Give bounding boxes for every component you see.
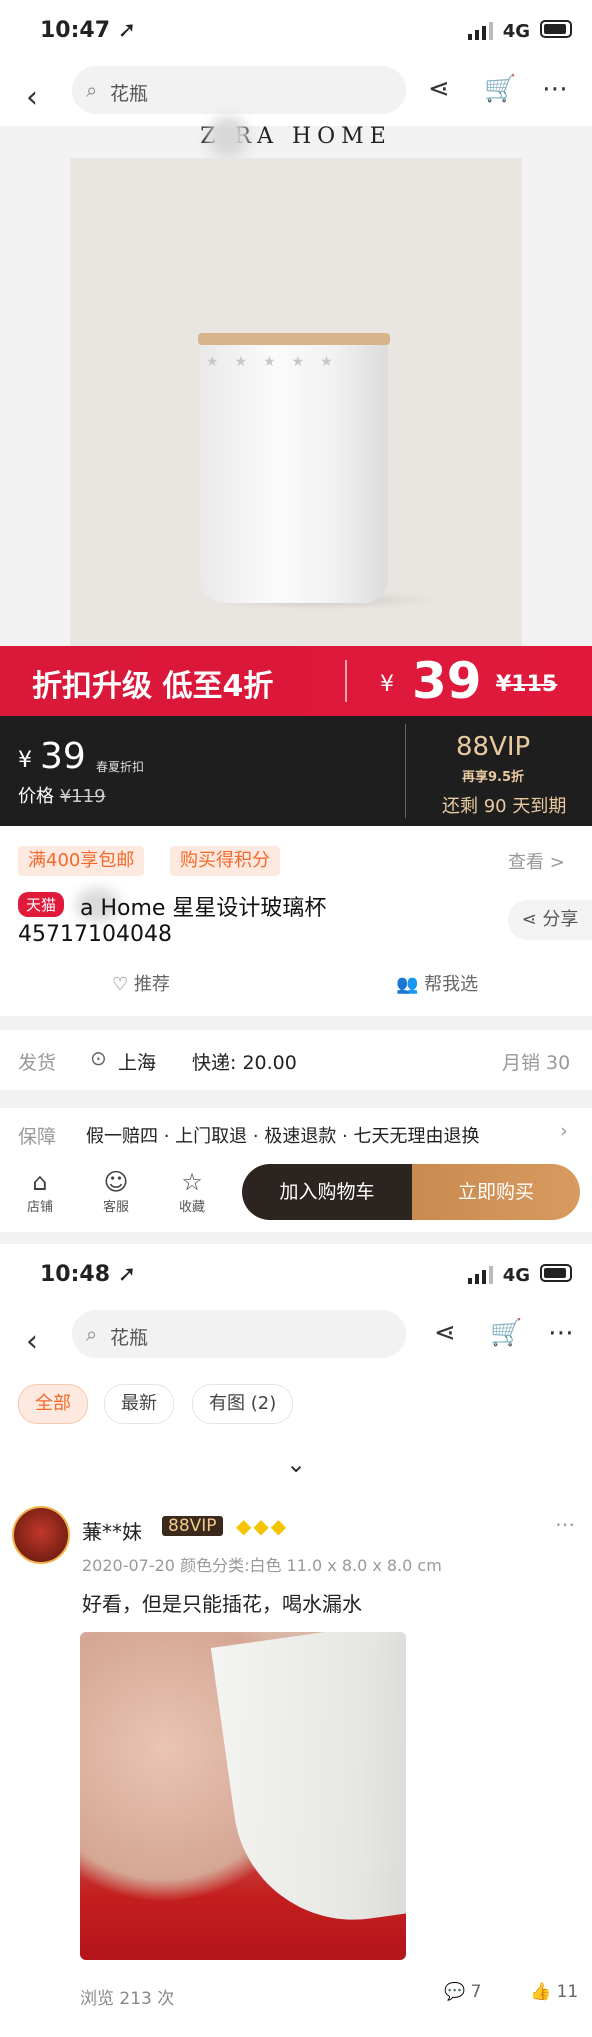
thumbs-up-icon: 👍	[530, 1982, 552, 2002]
more-icon-2[interactable]: ⋯	[548, 1318, 574, 1348]
promo-text: 折扣升级 低至4折	[32, 669, 274, 704]
cart-icon[interactable]: 🛒	[484, 74, 516, 104]
product-title: a Home 星星设计玻璃杯	[80, 896, 327, 921]
share-icon-2[interactable]: ⋖	[434, 1318, 456, 1348]
location-icon: ⊙	[90, 1046, 107, 1070]
guarantee-label: 保障	[18, 1126, 57, 1148]
shipping-express: 快递: 20.00	[192, 1052, 297, 1074]
search-icon: ⌕	[86, 78, 98, 102]
share-button[interactable]: ⋖ 分享	[508, 900, 592, 940]
vip-label[interactable]: 88VIP	[456, 732, 530, 762]
review-photo[interactable]	[80, 1632, 406, 1960]
filter-all[interactable]: 全部	[18, 1384, 88, 1424]
add-to-cart-button[interactable]: 加入购物车	[242, 1164, 412, 1220]
tag-points[interactable]: 购买得积分	[170, 846, 280, 876]
service-icon: ☺	[103, 1168, 129, 1196]
battery-icon	[540, 20, 572, 38]
promo-price: 39	[412, 652, 482, 710]
vip-divider	[405, 724, 406, 818]
shipping-row[interactable]: 发货 ⊙ 上海 快递: 20.00 月销 30	[0, 1030, 592, 1090]
brand-logo: Z RA HOME	[200, 124, 392, 149]
share-icon[interactable]: ⋖	[428, 74, 450, 104]
review-meta: 2020-07-20 颜色分类:白色 11.0 x 8.0 x 8.0 cm	[82, 1556, 442, 1575]
status-bar: 10:47 ➚ 4G	[0, 0, 592, 62]
list-price: 价格 ¥119	[18, 786, 106, 807]
chevron-down-icon[interactable]: ⌄	[286, 1450, 306, 1478]
search-placeholder-2: 花瓶	[110, 1327, 149, 1349]
top-nav: ‹ ⌕ 花瓶 ⋖ 🛒 ⋯	[0, 62, 592, 126]
search-placeholder: 花瓶	[110, 83, 149, 105]
heart-icon: ♡	[112, 974, 129, 995]
comment-button[interactable]: 💬 7	[444, 1982, 481, 2002]
guarantee-text: 假一赔四 · 上门取退 · 极速退款 · 七天无理由退换	[86, 1126, 480, 1147]
diamond-level-icon: ◆◆◆	[236, 1514, 289, 1538]
guarantee-row[interactable]: 保障 假一赔四 · 上门取退 · 极速退款 · 七天无理由退换 ›	[0, 1108, 592, 1162]
share-icon-small: ⋖	[521, 909, 537, 930]
promo-currency: ¥	[380, 672, 394, 697]
network-label: 4G	[502, 21, 530, 42]
service-button[interactable]: ☺ 客服	[86, 1168, 146, 1215]
cup-lid	[198, 333, 390, 345]
shipping-label: 发货	[18, 1052, 57, 1074]
view-all-link[interactable]: 查看 >	[508, 848, 565, 874]
comment-icon: 💬	[444, 1982, 466, 2002]
help-choose-button[interactable]: 👥 帮我选	[396, 970, 478, 996]
buy-now-button[interactable]: 立即购买	[412, 1164, 580, 1220]
cup-body	[200, 335, 388, 603]
battery-icon-2	[540, 1264, 572, 1282]
review-views: 浏览 213 次	[80, 1989, 175, 2009]
search-icon-2: ⌕	[86, 1322, 98, 1346]
store-button[interactable]: ⌂ 店铺	[10, 1168, 70, 1215]
status-time: 10:47 ➚	[40, 18, 137, 43]
favorite-button[interactable]: ☆ 收藏	[162, 1168, 222, 1215]
price-label: 春夏折扣	[96, 760, 145, 774]
tag-free-shipping[interactable]: 满400享包邮	[18, 846, 145, 876]
status-time-2: 10:48 ➚	[40, 1262, 137, 1287]
shipping-city: 上海	[118, 1052, 157, 1074]
top-nav-2: ‹ ⌕ 花瓶 ⋖ 🛒 ⋯	[0, 1306, 592, 1370]
review-text: 好看，但是只能插花，喝水漏水	[82, 1592, 362, 1616]
filter-with-image[interactable]: 有图 (2)	[192, 1384, 294, 1424]
recommend-button[interactable]: ♡ 推荐	[112, 970, 170, 996]
search-bar[interactable]: ⌕ 花瓶	[72, 66, 406, 114]
network-label-2: 4G	[502, 1265, 530, 1286]
status-bar-2: 10:48 ➚ 4G	[0, 1244, 592, 1306]
search-bar-2[interactable]: ⌕ 花瓶	[72, 1310, 406, 1358]
tmall-badge: 天猫	[18, 892, 65, 917]
promo-banner: 折扣升级 低至4折 ¥ 39 ¥115	[0, 646, 592, 716]
back-button[interactable]: ‹	[26, 80, 38, 115]
review-username: 蒹**妹	[82, 1520, 142, 1544]
people-icon: 👥	[396, 974, 419, 995]
cart-icon-2[interactable]: 🛒	[490, 1318, 522, 1348]
cup-stars: ★★★★★	[206, 354, 349, 370]
like-button[interactable]: 👍 11	[530, 1982, 578, 2002]
vip-discount: 再享9.5折	[462, 770, 525, 785]
chevron-right-icon: ›	[560, 1120, 568, 1142]
price-band: ¥ 39 春夏折扣 价格 ¥119 88VIP 再享9.5折 还剩 90 天到期	[0, 716, 592, 826]
review-more-icon[interactable]: ⋯	[555, 1512, 575, 1536]
store-icon: ⌂	[32, 1168, 48, 1196]
signal-icon-2	[468, 1266, 493, 1284]
promo-divider	[345, 660, 347, 702]
promo-original-price: ¥115	[496, 672, 558, 697]
vip-badge: 88VIP	[162, 1516, 223, 1536]
product-code: 45717104048	[18, 922, 172, 947]
vip-expire: 还剩 90 天到期	[442, 796, 567, 817]
avatar[interactable]	[12, 1506, 70, 1564]
signal-icon	[468, 22, 493, 40]
monthly-sales: 月销 30	[502, 1052, 571, 1074]
blur-mask	[208, 116, 248, 158]
back-button-2[interactable]: ‹	[26, 1324, 38, 1359]
screenshot-divider	[0, 1232, 592, 1244]
star-icon: ☆	[181, 1168, 203, 1196]
more-icon[interactable]: ⋯	[542, 74, 568, 104]
filter-latest[interactable]: 最新	[104, 1384, 174, 1424]
price-currency: ¥	[18, 748, 32, 773]
current-price: 39	[40, 736, 86, 777]
